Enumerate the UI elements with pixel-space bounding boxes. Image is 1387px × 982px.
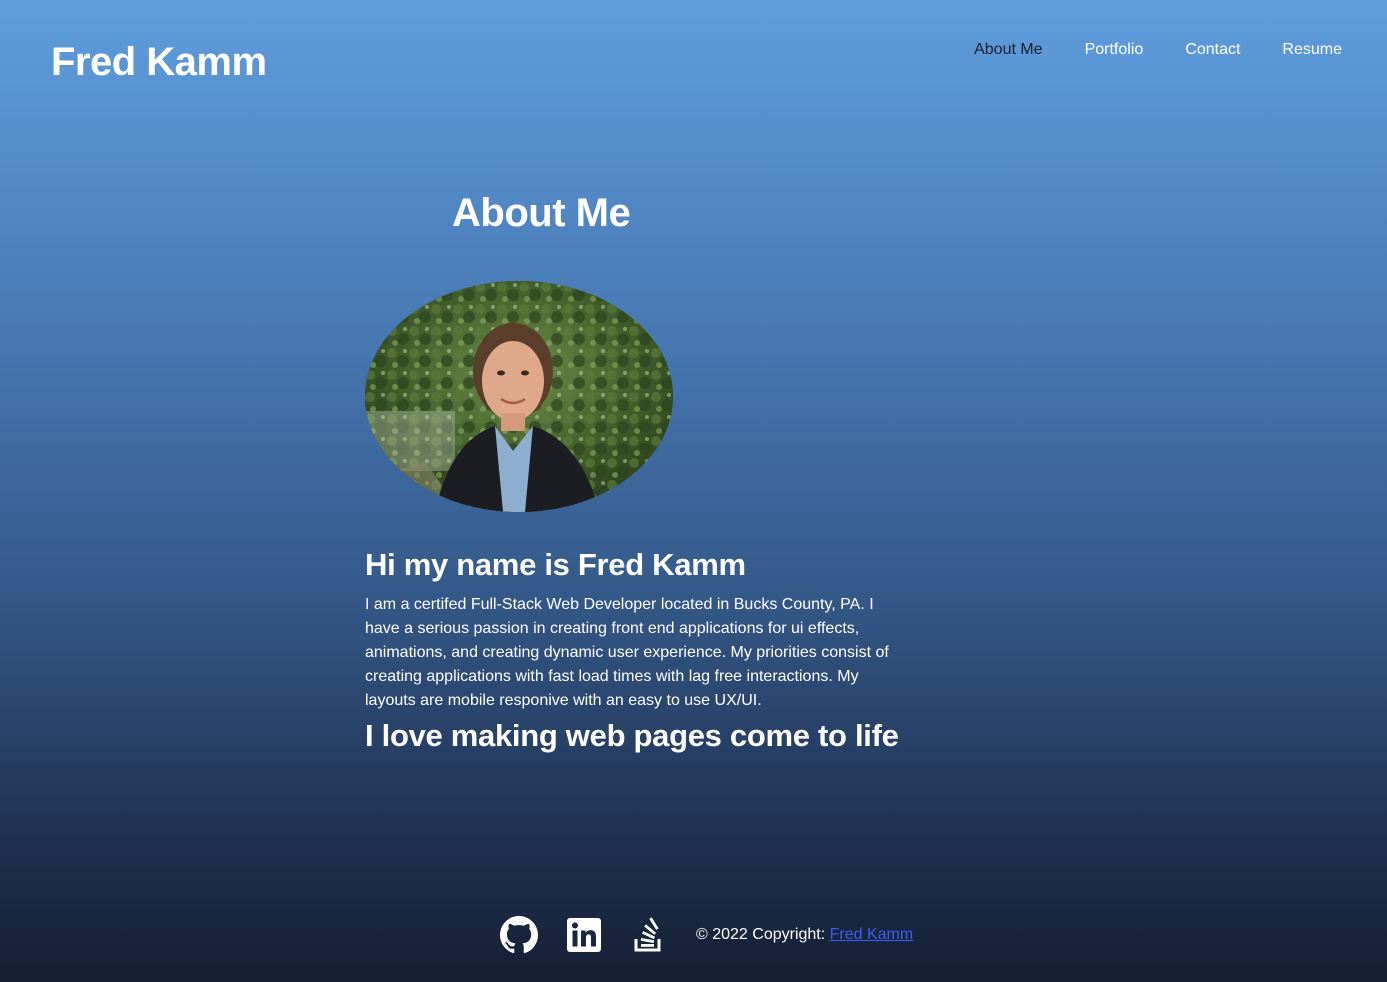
nav-resume[interactable]: Resume [1282, 41, 1342, 59]
copyright-prefix: © 2022 Copyright: [696, 926, 830, 943]
stackoverflow-icon[interactable] [632, 917, 666, 953]
nav-about-me[interactable]: About Me [974, 41, 1042, 59]
github-icon[interactable] [500, 916, 538, 954]
intro-heading: Hi my name is Fred Kamm [365, 547, 746, 582]
footer: © 2022 Copyright: Fred Kamm [500, 915, 913, 955]
site-title[interactable]: Fred Kamm [51, 40, 267, 85]
linkedin-icon[interactable] [566, 917, 602, 953]
copyright-link[interactable]: Fred Kamm [830, 926, 914, 943]
nav-contact[interactable]: Contact [1185, 41, 1240, 59]
bio-paragraph: I am a certifed Full-Stack Web Developer… [365, 596, 889, 709]
copyright-text: © 2022 Copyright: Fred Kamm [696, 926, 913, 944]
main-nav: About Me Portfolio Contact Resume [974, 41, 1342, 59]
profile-photo [365, 281, 673, 512]
page-heading: About Me [452, 191, 631, 235]
nav-portfolio[interactable]: Portfolio [1085, 41, 1144, 59]
tagline: I love making web pages come to life [365, 718, 899, 753]
